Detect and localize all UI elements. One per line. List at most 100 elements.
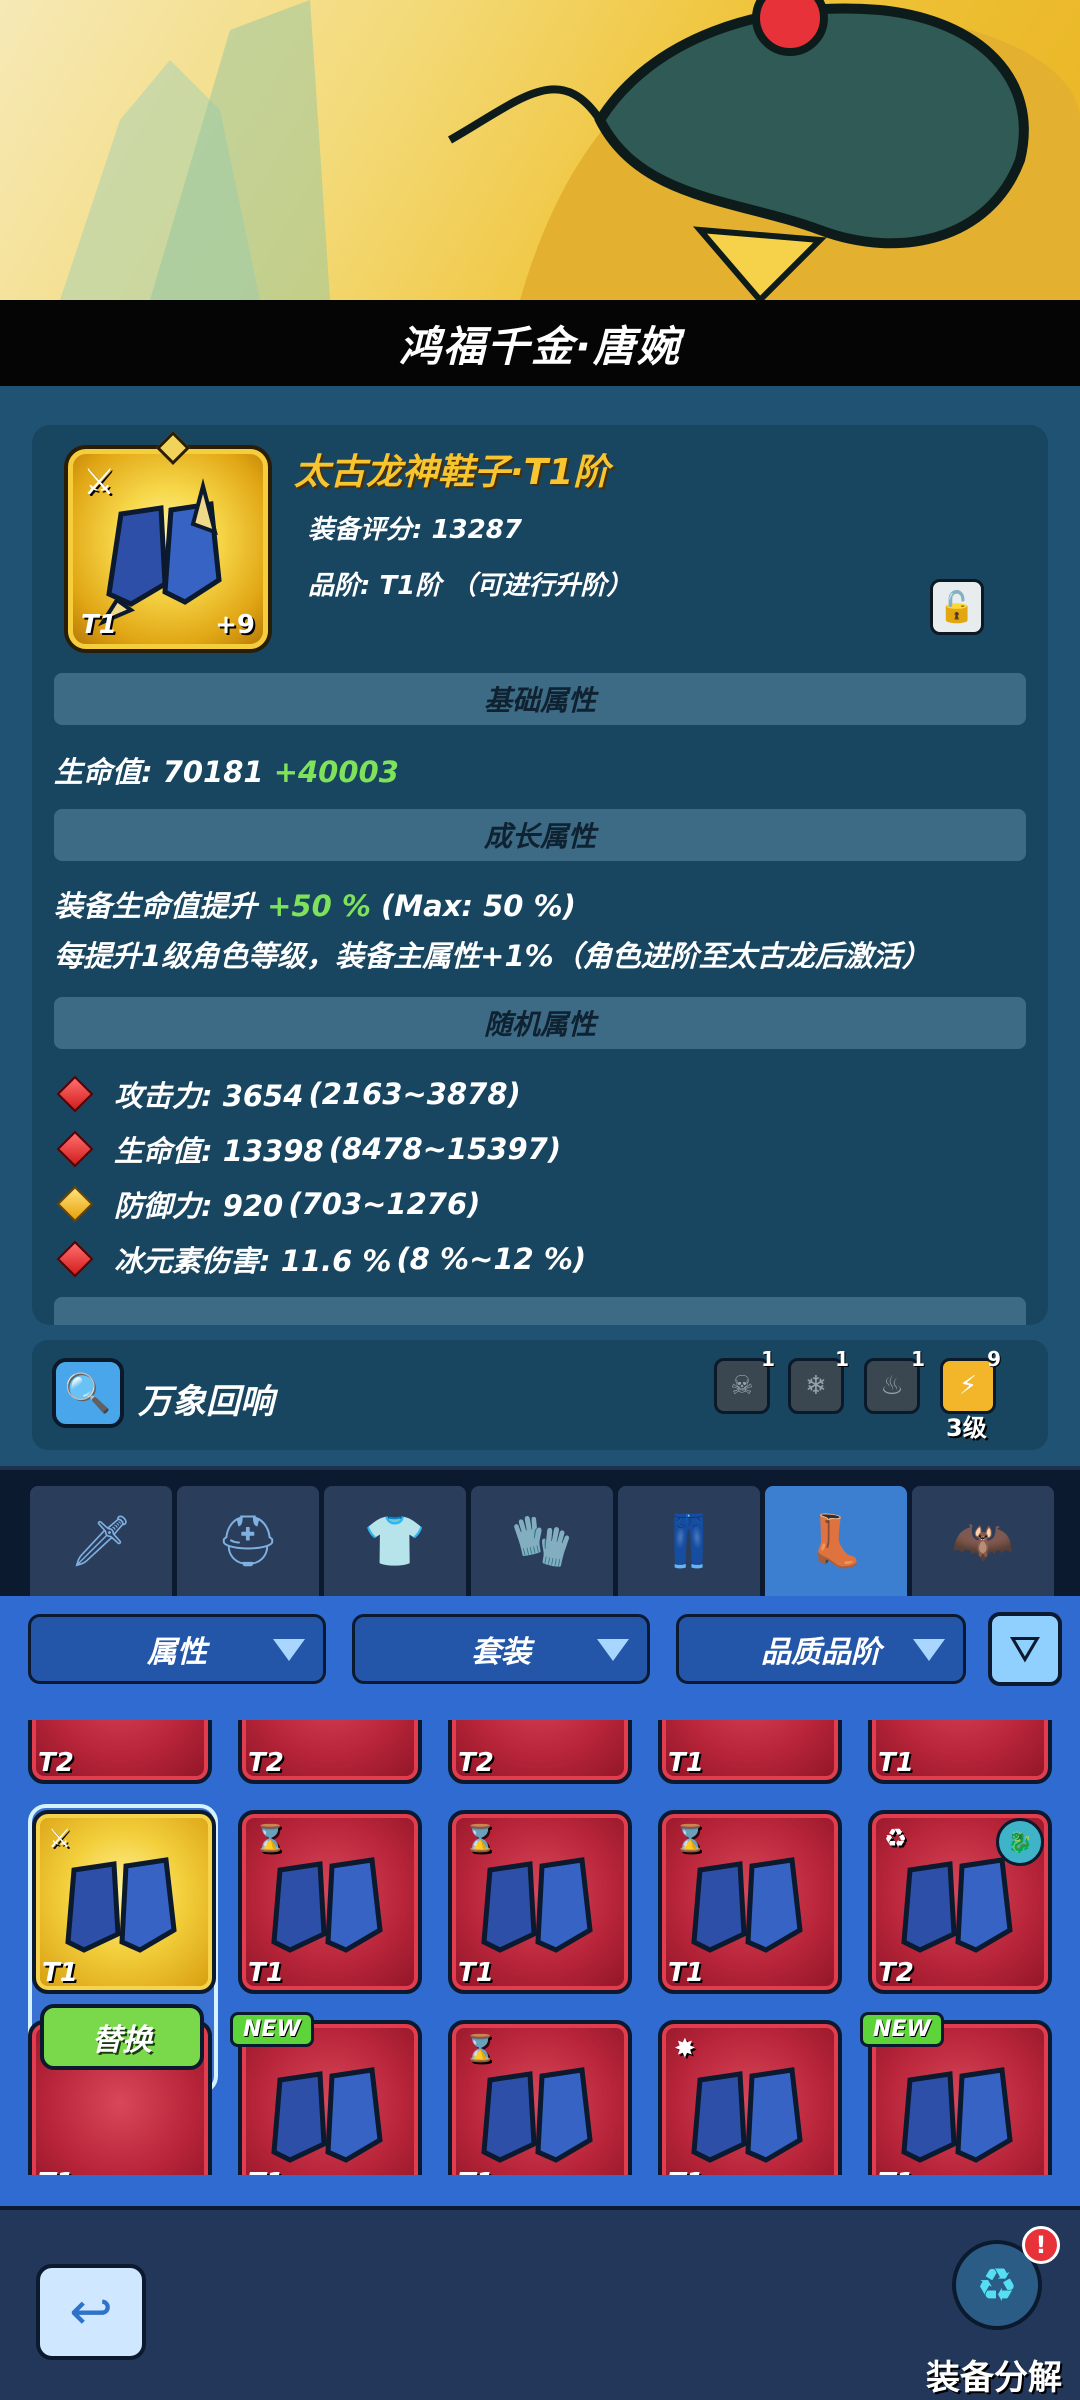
card-tier: T1 [248, 2168, 284, 2175]
equipment-card[interactable]: T2 [28, 1720, 212, 1784]
random-stat-range: (8478~15397) [328, 1132, 562, 1166]
recycle-icon: ♻ [976, 2258, 1018, 2312]
equipment-card[interactable]: ⌛ T1 [658, 1810, 842, 1994]
base-stat-value: 生命值: 70181 [54, 755, 264, 789]
random-stat-row: 生命值: 13398 (8478~15397) [54, 1128, 561, 1170]
element-count: 1 [911, 1347, 925, 1371]
gauntlet-icon: 🧤 [510, 1511, 574, 1570]
tab-cape[interactable]: 🦇 [912, 1486, 1054, 1596]
boots-icon [691, 2067, 803, 2163]
back-arrow-icon: ↩ [69, 2282, 113, 2342]
card-tier: T2 [38, 1748, 74, 1778]
cape-icon: 🦇 [951, 1511, 1015, 1570]
growth-stat-line-1: 装备生命值提升 +50 % (Max: 50 %) [54, 883, 576, 925]
element-count: 9 [987, 1347, 1001, 1371]
equipment-card-equipped[interactable]: ⚔ T1 [32, 1810, 216, 1994]
boots-icon [481, 1857, 593, 1953]
tab-helmet[interactable]: ⛑ [177, 1486, 319, 1596]
skull-element[interactable]: ☠ 1 [714, 1347, 775, 1414]
equipment-card[interactable]: T2 [238, 1720, 422, 1784]
snowflake-icon: ❄ [805, 1371, 827, 1401]
card-tier: T1 [38, 2168, 74, 2175]
growth-stat-prefix: 装备生命值提升 [54, 889, 258, 923]
card-tier: T1 [668, 2168, 704, 2175]
ice-element[interactable]: ❄ 1 [788, 1347, 849, 1414]
equipment-card[interactable]: ♻ 🐉 T2 [868, 1810, 1052, 1994]
search-icon: 🔍 [64, 1370, 112, 1415]
echo-bar: 🔍 万象回响 ☠ 1 ❄ 1 ♨ 1 ⚡ 9 3级 [32, 1340, 1048, 1450]
gold-gem-icon [56, 1185, 94, 1223]
card-tier: T1 [668, 1748, 704, 1778]
tab-gauntlet[interactable]: 🧤 [471, 1486, 613, 1596]
random-stat-label: 防御力: 920 [114, 1189, 284, 1223]
clear-filter-button[interactable]: ⛛ [988, 1612, 1062, 1686]
flame-icon: ♨ [880, 1371, 904, 1401]
growth-stat-max: (Max: 50 %) [381, 889, 576, 923]
base-stat-line: 生命值: 70181 +40003 [54, 749, 399, 791]
random-stat-label: 冰元素伤害: 11.6 % [114, 1244, 392, 1278]
boots-icon: 👢 [804, 1511, 868, 1570]
item-tier: 品阶: T1阶 （可进行升阶） [308, 571, 633, 601]
salvage-label[interactable]: 装备分解 [926, 2350, 1062, 2399]
sword-icon: 🗡 [69, 1511, 133, 1570]
boots-icon [901, 2067, 1013, 2163]
card-tier: T2 [248, 1748, 284, 1778]
equipment-card[interactable]: ⌛ T1 [238, 1810, 422, 1994]
card-tier: T1 [458, 1958, 494, 1988]
quality-filter-dropdown[interactable]: 品质品阶 [676, 1614, 966, 1684]
replace-button[interactable]: 替换 [40, 2004, 204, 2070]
chevron-down-icon [273, 1639, 305, 1661]
red-gem-icon [56, 1075, 94, 1113]
equipment-tab-strip: 🗡 ⛑ 👕 🧤 👖 👢 🦇 [0, 1470, 1080, 1596]
equipped-item-icon[interactable]: ⚔ T1 +9 [68, 431, 268, 649]
boots-icon [65, 1857, 177, 1953]
equipment-card[interactable]: ⌛ T1 [448, 2020, 632, 2175]
tab-boots[interactable]: 👢 [765, 1486, 907, 1596]
character-title-bar: 鸿福千金·唐婉 [0, 300, 1080, 386]
red-gem-icon [56, 1130, 94, 1168]
base-stat-bonus: +40003 [273, 755, 399, 789]
alert-badge: ! [1022, 2226, 1060, 2264]
item-info-panel: ⚔ T1 +9 太古龙神鞋子·T1阶 装备评分: 13287 品阶: T1阶 （… [32, 425, 1048, 1325]
tab-weapon[interactable]: 🗡 [30, 1486, 172, 1596]
equipment-card[interactable]: T1 [658, 1720, 842, 1784]
echo-search-button[interactable]: 🔍 [52, 1358, 124, 1428]
equipment-card[interactable]: ⌛ T1 [448, 1810, 632, 1994]
growth-stat-bonus: +50 % [267, 889, 371, 923]
echo-label: 万象回响 [138, 1382, 274, 1422]
tab-pants[interactable]: 👖 [618, 1486, 760, 1596]
equipment-card[interactable]: T2 [448, 1720, 632, 1784]
equipment-card[interactable]: T1 [868, 1720, 1052, 1784]
equipment-list-area: 属性 套装 品质品阶 ⛛ T2 T2 T2 T1 T1 ⚔ T1 ⌛ T1 ⌛ [0, 1596, 1080, 2206]
random-stat-range: (2163~3878) [308, 1077, 521, 1111]
random-stat-row: 防御力: 920 (703~1276) [54, 1183, 480, 1225]
set-filter-dropdown[interactable]: 套装 [352, 1614, 650, 1684]
lock-button[interactable]: 🔓 [930, 579, 984, 635]
random-stat-range: (8 %~12 %) [396, 1242, 587, 1276]
skull-icon: ☠ [730, 1371, 754, 1401]
item-score: 装备评分: 13287 [308, 515, 522, 545]
character-banner-art [0, 0, 1080, 300]
section-next-cutoff [54, 1297, 1026, 1325]
tab-armor[interactable]: 👕 [324, 1486, 466, 1596]
item-name: 太古龙神鞋子·T1阶 [294, 452, 610, 493]
equipment-card[interactable]: NEW T1 [230, 2012, 422, 2175]
growth-stat-line-2: 每提升1级角色等级，装备主属性+1%（角色进阶至太古龙后激活） [54, 939, 931, 973]
boots-icon [481, 2067, 593, 2163]
armor-icon: 👕 [363, 1511, 427, 1570]
fire-element[interactable]: ♨ 1 [864, 1347, 925, 1414]
dragon-art [60, 0, 1080, 300]
attribute-filter-dropdown[interactable]: 属性 [28, 1614, 326, 1684]
lightning-element[interactable]: ⚡ 9 [940, 1347, 1001, 1414]
attribute-filter-label: 属性 [147, 1635, 207, 1670]
back-button[interactable]: ↩ [36, 2264, 146, 2360]
card-tier: T2 [878, 1958, 914, 1988]
card-tier: T1 [878, 1748, 914, 1778]
new-badge: NEW [860, 2012, 944, 2047]
equipment-card[interactable]: ✸ T1 [658, 2020, 842, 2175]
red-gem-icon [56, 1240, 94, 1278]
equipment-card[interactable]: NEW T1 [860, 2012, 1052, 2175]
random-stat-range: (703~1276) [288, 1187, 481, 1221]
card-tier: T1 [878, 2168, 914, 2175]
equipment-grid: T2 T2 T2 T1 T1 ⚔ T1 ⌛ T1 ⌛ T1 ⌛ T1 ♻ 🐉 T… [0, 1720, 1080, 2175]
